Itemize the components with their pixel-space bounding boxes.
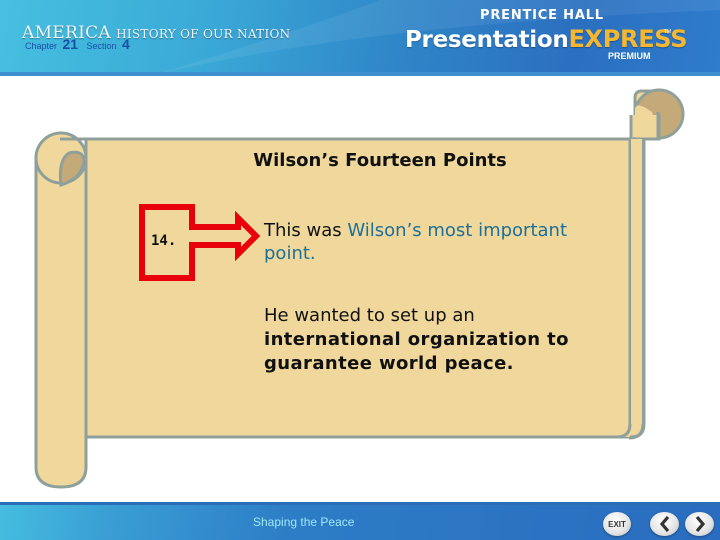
paragraph1-prefix: This was (264, 220, 348, 241)
chevron-right-icon (695, 516, 705, 532)
slide-title: Wilson’s Fourteen Points (253, 150, 507, 171)
next-slide-button[interactable] (685, 512, 714, 536)
paragraph2-prefix: He wanted to set up an (264, 305, 475, 326)
scroll-graphic (34, 88, 685, 489)
scroll-panel (86, 139, 630, 437)
previous-slide-button[interactable] (650, 512, 679, 536)
point-number: 14. (151, 233, 177, 249)
paragraph2-bold: international organization to guarantee … (264, 329, 569, 374)
paragraph-goal: He wanted to set up an international org… (264, 304, 614, 376)
exit-label: EXIT (608, 519, 626, 529)
footer-title: Shaping the Peace (253, 515, 355, 529)
exit-button[interactable]: EXIT (603, 512, 631, 536)
paragraph-importance: This was Wilson’s most important point. (264, 219, 594, 265)
chevron-left-icon (659, 516, 669, 532)
scroll-left-post (34, 156, 88, 489)
